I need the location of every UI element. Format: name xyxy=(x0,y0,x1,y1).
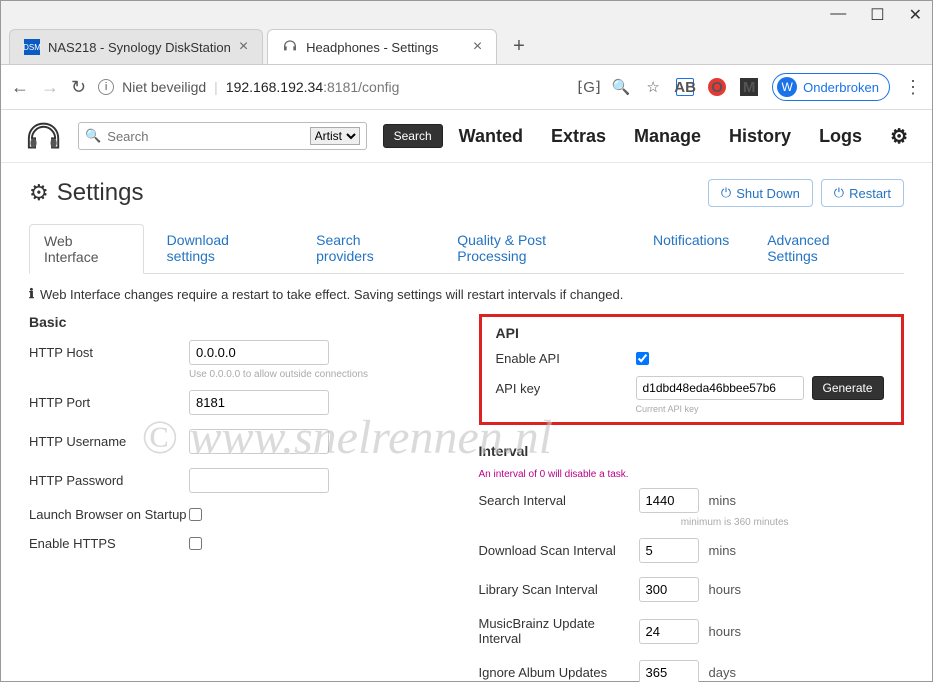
security-label: Niet beveiligd xyxy=(122,79,206,95)
download-scan-label: Download Scan Interval xyxy=(479,543,639,558)
dsm-favicon: DSM xyxy=(24,39,40,55)
http-password-input[interactable] xyxy=(189,468,329,493)
address-bar[interactable]: i Niet beveiligd | 192.168.192.34:8181/c… xyxy=(98,79,568,95)
gear-icon: ⚙ xyxy=(29,180,49,206)
nav-manage[interactable]: Manage xyxy=(634,126,701,147)
http-host-input[interactable] xyxy=(189,340,329,365)
nav-wanted[interactable]: Wanted xyxy=(459,126,523,147)
tab-download-settings[interactable]: Download settings xyxy=(152,223,293,273)
browser-menu-button[interactable]: ⋮ xyxy=(904,77,922,98)
api-title: API xyxy=(496,325,888,341)
power-icon: ⏻ xyxy=(834,185,844,201)
tab-search-providers[interactable]: Search providers xyxy=(301,223,434,273)
tab-notifications[interactable]: Notifications xyxy=(638,223,744,273)
search-interval-label: Search Interval xyxy=(479,493,639,508)
search-interval-input[interactable] xyxy=(639,488,699,513)
extension-icon[interactable]: O xyxy=(708,78,726,96)
library-scan-label: Library Scan Interval xyxy=(479,582,639,597)
http-password-label: HTTP Password xyxy=(29,473,189,488)
enable-https-label: Enable HTTPS xyxy=(29,536,189,551)
interval-note: An interval of 0 will disable a task. xyxy=(479,469,905,480)
search-button[interactable]: Search xyxy=(383,124,443,148)
gear-icon[interactable]: ⚙ xyxy=(890,124,908,149)
page-title: ⚙ Settings xyxy=(29,179,143,207)
api-key-hint: Current API key xyxy=(636,404,888,414)
tab-advanced[interactable]: Advanced Settings xyxy=(752,223,896,273)
tab-web-interface[interactable]: Web Interface xyxy=(29,224,144,274)
search-input[interactable] xyxy=(107,129,303,144)
library-scan-input[interactable] xyxy=(639,577,699,602)
unit-label: mins xyxy=(709,543,736,558)
bookmark-icon[interactable]: ☆ xyxy=(644,78,662,96)
http-username-label: HTTP Username xyxy=(29,434,189,449)
minimize-button[interactable]: — xyxy=(830,5,846,25)
extension-icon[interactable]: M xyxy=(740,78,758,96)
app-logo[interactable] xyxy=(25,118,62,154)
nav-logs[interactable]: Logs xyxy=(819,126,862,147)
search-box[interactable]: 🔍 Artist xyxy=(78,122,367,150)
basic-title: Basic xyxy=(29,314,455,330)
close-tab-icon[interactable]: × xyxy=(473,38,482,56)
profile-chip[interactable]: W Onderbroken xyxy=(772,73,890,101)
enable-https-checkbox[interactable] xyxy=(189,537,202,550)
ignore-album-label: Ignore Album Updates xyxy=(479,665,639,680)
http-port-input[interactable] xyxy=(189,390,329,415)
avatar: W xyxy=(777,77,797,97)
download-scan-input[interactable] xyxy=(639,538,699,563)
tab-quality[interactable]: Quality & Post Processing xyxy=(442,223,630,273)
maximize-button[interactable]: ☐ xyxy=(870,5,884,25)
unit-label: days xyxy=(709,665,736,680)
musicbrainz-label: MusicBrainz Update Interval xyxy=(479,616,639,646)
http-host-label: HTTP Host xyxy=(29,345,189,360)
forward-button[interactable]: → xyxy=(41,77,59,98)
close-window-button[interactable]: ✕ xyxy=(909,5,922,25)
reload-button[interactable]: ↻ xyxy=(71,77,86,98)
browser-tab[interactable]: Headphones - Settings × xyxy=(267,29,497,64)
api-highlight-box: API Enable API API key Generate Current … xyxy=(479,314,905,425)
http-username-input[interactable] xyxy=(189,429,329,454)
tab-title: NAS218 - Synology DiskStation xyxy=(48,40,231,55)
ignore-album-input[interactable] xyxy=(639,660,699,682)
enable-api-label: Enable API xyxy=(496,351,636,366)
launch-browser-checkbox[interactable] xyxy=(189,508,202,521)
shutdown-button[interactable]: ⏻Shut Down xyxy=(708,179,813,207)
musicbrainz-input[interactable] xyxy=(639,619,699,644)
enable-api-checkbox[interactable] xyxy=(636,352,649,365)
restart-button[interactable]: ⏻Restart xyxy=(821,179,904,207)
headphones-favicon xyxy=(282,39,298,55)
generate-button[interactable]: Generate xyxy=(812,376,884,400)
info-icon: ℹ xyxy=(29,286,34,302)
search-icon: 🔍 xyxy=(85,128,101,144)
unit-label: mins xyxy=(709,493,736,508)
api-key-input[interactable] xyxy=(636,376,804,400)
unit-label: hours xyxy=(709,624,742,639)
http-host-hint: Use 0.0.0.0 to allow outside connections xyxy=(189,369,455,380)
unit-label: hours xyxy=(709,582,742,597)
launch-browser-label: Launch Browser on Startup xyxy=(29,507,189,522)
browser-tab[interactable]: DSM NAS218 - Synology DiskStation × xyxy=(9,29,263,64)
site-info-icon[interactable]: i xyxy=(98,79,114,95)
power-icon: ⏻ xyxy=(721,185,731,201)
url-host: 192.168.192.34 xyxy=(226,79,323,95)
zoom-icon[interactable]: 🔍 xyxy=(612,78,630,96)
search-filter-select[interactable]: Artist xyxy=(310,127,360,145)
restart-notice: ℹ Web Interface changes require a restar… xyxy=(29,286,904,302)
new-tab-button[interactable]: + xyxy=(501,29,537,64)
extension-icon[interactable]: AB xyxy=(676,78,694,96)
http-port-label: HTTP Port xyxy=(29,395,189,410)
close-tab-icon[interactable]: × xyxy=(239,38,248,56)
api-key-label: API key xyxy=(496,381,636,396)
nav-extras[interactable]: Extras xyxy=(551,126,606,147)
translate-icon[interactable]: ⁅G⁆ xyxy=(580,78,598,96)
back-button[interactable]: ← xyxy=(11,77,29,98)
search-interval-hint: minimum is 360 minutes xyxy=(479,517,789,528)
interval-title: Interval xyxy=(479,443,905,459)
tab-title: Headphones - Settings xyxy=(306,40,438,55)
nav-history[interactable]: History xyxy=(729,126,791,147)
profile-label: Onderbroken xyxy=(803,80,879,95)
